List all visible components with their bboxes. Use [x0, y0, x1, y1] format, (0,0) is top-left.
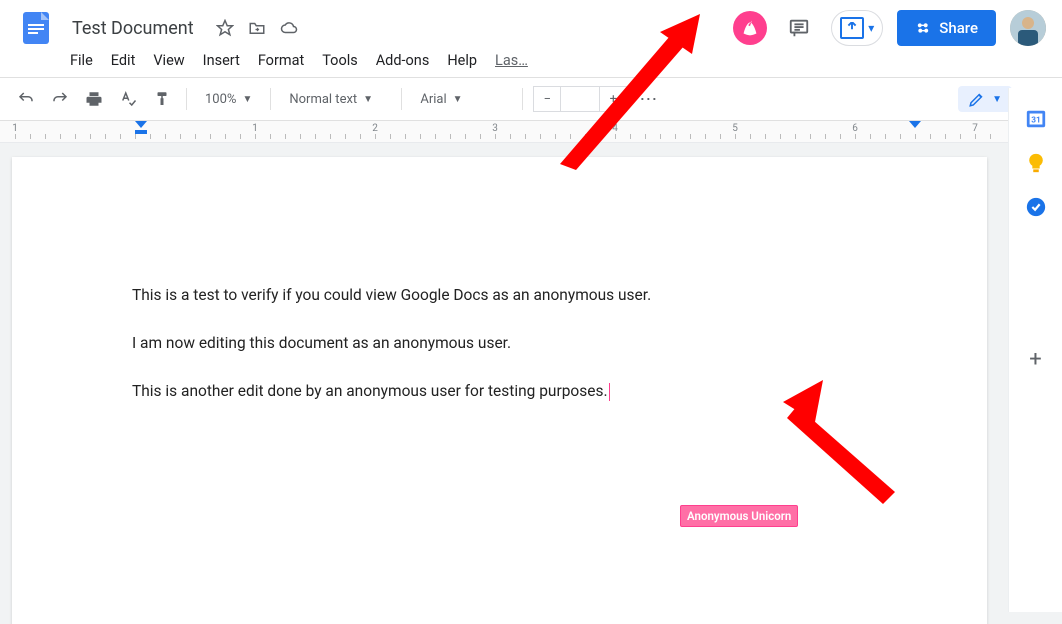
menu-insert[interactable]: Insert: [203, 52, 240, 69]
chevron-down-icon: ▼: [992, 94, 1002, 105]
paragraph[interactable]: This is a test to verify if you could vi…: [132, 283, 867, 307]
zoom-select[interactable]: 100%▼: [197, 92, 260, 107]
chevron-down-icon: ▾: [868, 21, 874, 35]
docs-logo[interactable]: [16, 8, 56, 48]
add-addon-button[interactable]: +: [1029, 347, 1041, 372]
star-icon[interactable]: [216, 19, 234, 37]
menu-bar: File Edit View Insert Format Tools Add-o…: [16, 48, 1046, 77]
left-indent-marker[interactable]: [135, 121, 147, 138]
font-size-value[interactable]: [560, 87, 600, 111]
font-size-decrease[interactable]: −: [534, 87, 560, 111]
right-indent-marker[interactable]: [909, 121, 921, 138]
print-button[interactable]: [80, 85, 108, 113]
doc-title[interactable]: Test Document: [72, 18, 194, 39]
tasks-app-icon[interactable]: [1025, 196, 1047, 218]
anonymous-user-avatar[interactable]: [733, 11, 767, 45]
menu-tools[interactable]: Tools: [322, 52, 358, 69]
last-edit-link[interactable]: Las…: [495, 52, 528, 69]
paragraph[interactable]: This is another edit done by an anonymou…: [132, 379, 867, 403]
menu-edit[interactable]: Edit: [111, 52, 136, 69]
format-paint-button[interactable]: [148, 85, 176, 113]
more-tools-button[interactable]: ⋯: [633, 89, 665, 110]
paragraph-style-select[interactable]: Normal text▼: [281, 92, 391, 107]
cloud-status-icon[interactable]: [280, 19, 298, 37]
chevron-down-icon: ▼: [242, 94, 252, 105]
editing-mode-button[interactable]: ▼: [958, 86, 1012, 112]
account-avatar[interactable]: [1010, 10, 1046, 46]
horizontal-ruler[interactable]: 1 1 2 3 4 5 6 7: [0, 121, 1062, 143]
menu-file[interactable]: File: [70, 52, 93, 69]
collaborator-cursor: [609, 383, 610, 401]
redo-button[interactable]: [46, 85, 74, 113]
menu-format[interactable]: Format: [258, 52, 304, 69]
keep-app-icon[interactable]: [1025, 152, 1047, 174]
present-icon: [840, 17, 864, 39]
move-folder-icon[interactable]: [248, 19, 266, 37]
present-button[interactable]: ▾: [831, 10, 883, 46]
undo-button[interactable]: [12, 85, 40, 113]
svg-text:31: 31: [1031, 116, 1040, 126]
comments-icon[interactable]: [781, 10, 817, 46]
share-button[interactable]: Share: [897, 10, 996, 46]
chevron-down-icon: ▼: [363, 94, 373, 105]
font-size-increase[interactable]: +: [600, 87, 626, 111]
side-panel: 31 +: [1008, 88, 1062, 612]
menu-help[interactable]: Help: [447, 52, 477, 69]
menu-view[interactable]: View: [153, 52, 184, 69]
document-page[interactable]: This is a test to verify if you could vi…: [12, 157, 987, 624]
font-size-stepper: − +: [533, 86, 627, 112]
menu-addons[interactable]: Add-ons: [376, 52, 430, 69]
toolbar: 100%▼ Normal text▼ Arial▼ − + ⋯ ▼: [0, 77, 1062, 121]
font-select[interactable]: Arial▼: [412, 92, 512, 107]
collaborator-label: Anonymous Unicorn: [680, 505, 798, 527]
calendar-app-icon[interactable]: 31: [1025, 108, 1047, 130]
paragraph[interactable]: I am now editing this document as an ano…: [132, 331, 867, 355]
share-label: Share: [939, 19, 978, 37]
chevron-down-icon: ▼: [453, 94, 463, 105]
spellcheck-button[interactable]: [114, 85, 142, 113]
